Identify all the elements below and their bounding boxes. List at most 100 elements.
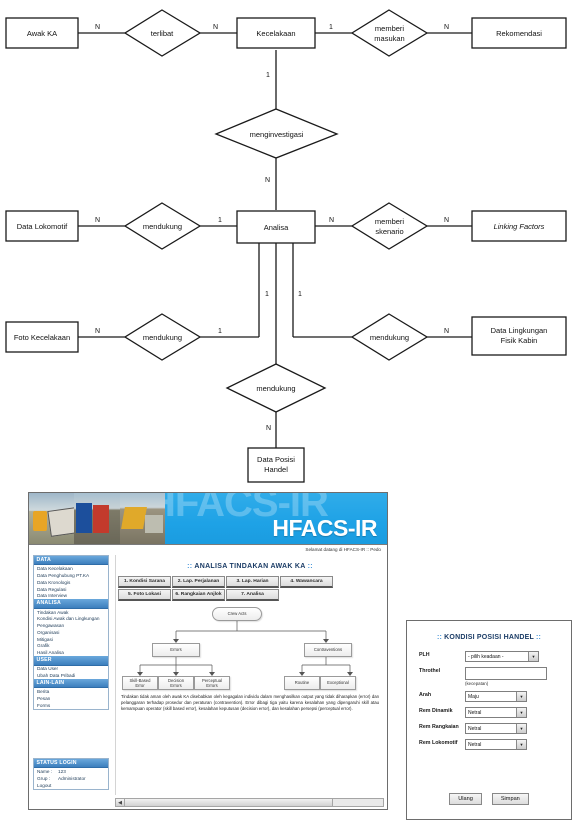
tab-lap-perjalanan[interactable]: 2. Lap. Perjalanan [172, 576, 225, 588]
er-cardinality: N [95, 24, 101, 31]
sidebar-item-data-kecelakaan[interactable]: Data Kecelakaan [34, 565, 108, 572]
horizontal-scrollbar[interactable]: ◀ [115, 798, 384, 807]
accident-photo-3 [119, 493, 165, 544]
sidebar-item-forms[interactable]: Forms [34, 702, 108, 709]
tab-wawancara[interactable]: 4. Wawancara [280, 576, 333, 588]
flow-node-skill-based-error: Skill-Based Error [122, 676, 158, 690]
status-login-panel: STATUS LOGIN Name : 123 Grup : Administr… [33, 758, 109, 790]
select-rem-lokomotif[interactable]: Netral ▼ [465, 739, 527, 750]
sidebar-item-data-penghubung[interactable]: Data Penghubung PT.KA [34, 572, 108, 579]
select-rem-dinamik[interactable]: Netral ▼ [465, 707, 527, 718]
hfacs-ir-application-window: HFACS-IR HFACS-IR Selamat datang di HFAC… [28, 492, 388, 810]
app-banner: HFACS-IR HFACS-IR [29, 493, 387, 545]
accident-photo-2 [74, 493, 120, 544]
sidebar-item-berita[interactable]: Berita [34, 688, 108, 695]
er-cardinality: N [266, 425, 272, 432]
label-plh: PLH [419, 652, 430, 658]
flow-node-exceptional: Exceptional [320, 676, 356, 690]
sidebar-item-grafik[interactable]: Grafik [34, 643, 108, 650]
main-content: :: ANALISA TINDAKAN AWAK KA :: 1. Kondis… [115, 555, 384, 795]
hint-throthel: (kecepatan) [465, 681, 489, 686]
er-cardinality: N [95, 217, 101, 224]
select-rem-lokomotif-value: Netral [468, 741, 482, 748]
sidebar-item-kondisi-awak[interactable]: Kondisi Awak dan Lingkungan [34, 615, 108, 622]
scrollbar-thumb[interactable] [125, 799, 334, 806]
modal-form: PLH - pilih keadaan - ▼ Throthel (kecepa… [419, 651, 571, 750]
chevron-down-icon[interactable]: ▼ [516, 708, 526, 717]
sidebar-item-ubah-data-pribadi[interactable]: Ubah Data Pribadi [34, 672, 108, 679]
sidebar-item-data-regulasi[interactable]: Data Regulasi [34, 586, 108, 593]
flow-node-decision-errors: Decision Errors [158, 676, 194, 690]
sidebar-item-mitigasi[interactable]: Mitigasi [34, 636, 108, 643]
title-dots-right: :: [307, 563, 313, 570]
status-login-group-row: Grup : Administrator [34, 775, 108, 782]
er-cardinality: N [444, 217, 450, 224]
sidebar-item-pesan[interactable]: Pesan [34, 695, 108, 702]
input-throthel[interactable] [465, 667, 547, 680]
welcome-message: Selamat datang di HFACS-IR :: Pedo [305, 547, 381, 552]
page-title-text: ANALISA TINDAKAN AWAK KA [194, 563, 306, 570]
tab-bar: 1. Kondisi Sarana 2. Lap. Perjalanan 3. … [118, 576, 382, 602]
banner-blue-panel: HFACS-IR HFACS-IR [165, 493, 387, 544]
label-rem-lokomotif: Rem Lokomotif [419, 740, 458, 746]
status-login-name-row: Name : 123 [34, 768, 108, 775]
scroll-left-arrow-icon[interactable]: ◀ [116, 799, 125, 806]
sidebar-item-pengawasan[interactable]: Pengawasan [34, 622, 108, 629]
sidebar-item-hasil-analisa[interactable]: Hasil Analisa [34, 649, 108, 656]
status-login-header: STATUS LOGIN [34, 759, 108, 769]
field-row-rem-lokomotif: Rem Lokomotif Netral ▼ [419, 739, 571, 750]
status-login-name-label: Name : [37, 769, 53, 775]
sidebar-item-data-kronologis[interactable]: Data Kronologis [34, 579, 108, 586]
sidebar-item-data-interview[interactable]: Data Interview [34, 593, 108, 600]
select-plh[interactable]: - pilih keadaan - ▼ [465, 651, 539, 662]
tab-analisa[interactable]: 7. Analisa [226, 589, 279, 601]
brand-logo: HFACS-IR [272, 515, 377, 541]
sidebar-item-tindakan-awak[interactable]: Tindakan Awak [34, 609, 108, 616]
tab-rangkaian-anjlok[interactable]: 6. Rangkaian Anjlok [172, 589, 225, 601]
sidebar: DATA Data Kecelakaan Data Penghubung PT.… [33, 555, 109, 710]
label-arah: Arah [419, 692, 432, 698]
flow-node-crew-acts: Crew Acts [212, 607, 262, 621]
flow-node-routine: Routine [284, 676, 320, 690]
field-row-plh: PLH - pilih keadaan - ▼ [419, 651, 571, 662]
sidebar-section-header-data: DATA [34, 556, 108, 566]
er-cardinality: 1 [266, 72, 270, 79]
sidebar-section-header-user: USER [34, 656, 108, 666]
page-title: :: ANALISA TINDAKAN AWAK KA :: [116, 563, 384, 570]
chevron-down-icon[interactable]: ▼ [516, 740, 526, 749]
title-dots-left: :: [187, 563, 193, 570]
accident-photo-1 [29, 493, 75, 544]
crew-acts-flowchart: Crew Acts Errors Contraventions Skill-Ba… [116, 605, 384, 691]
sidebar-item-data-user[interactable]: Data User [34, 666, 108, 673]
modal-title-text: KONDISI POSISI HANDEL [444, 634, 534, 641]
reset-button[interactable]: Ulang [449, 793, 482, 805]
select-arah[interactable]: Maju ▼ [465, 691, 527, 702]
save-button[interactable]: Simpan [491, 793, 529, 805]
modal-title: :: KONDISI POSISI HANDEL :: [407, 634, 571, 641]
flow-node-perceptual-errors: Perceptual Errors [194, 676, 230, 690]
sidebar-section-header-lain-lain: LAIN-LAIN [34, 679, 108, 689]
flow-node-contraventions: Contraventions [304, 643, 352, 657]
er-cardinality: N [444, 24, 450, 31]
field-row-throthel: Throthel (kecepatan) [419, 667, 571, 686]
tab-lap-harian[interactable]: 3. Lap. Harian [226, 576, 279, 588]
chevron-down-icon[interactable]: ▼ [516, 692, 526, 701]
field-row-rem-rangkaian: Rem Rangkaian Netral ▼ [419, 723, 571, 734]
analysis-description-paragraph: Tindakan tidak aman oleh awak KA disebab… [121, 694, 379, 712]
field-row-arah: Arah Maju ▼ [419, 691, 571, 702]
er-cardinality: 1 [298, 291, 302, 298]
select-rem-dinamik-value: Netral [468, 709, 482, 716]
logout-link[interactable]: Logout [34, 782, 108, 789]
tab-kondisi-sarana[interactable]: 1. Kondisi Sarana [118, 576, 171, 588]
select-rem-rangkaian[interactable]: Netral ▼ [465, 723, 527, 734]
er-cardinality: 1 [218, 328, 222, 335]
chevron-down-icon[interactable]: ▼ [528, 652, 538, 661]
sidebar-item-organisasi[interactable]: Organisasi [34, 629, 108, 636]
select-rem-rangkaian-value: Netral [468, 725, 482, 732]
select-plh-value: - pilih keadaan - [468, 653, 504, 660]
label-rem-dinamik: Rem Dinamik [419, 708, 453, 714]
er-cardinality: N [265, 177, 271, 184]
tab-foto-lokasi[interactable]: 5. Foto Lokasi [118, 589, 171, 601]
er-cardinality: 1 [265, 291, 269, 298]
chevron-down-icon[interactable]: ▼ [516, 724, 526, 733]
